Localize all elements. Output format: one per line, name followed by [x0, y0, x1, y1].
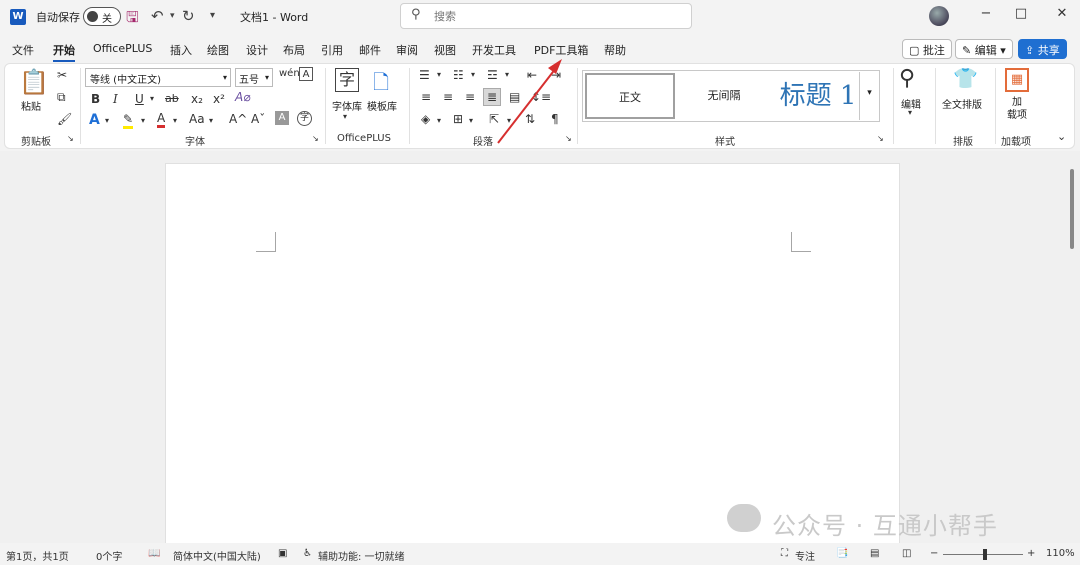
- zoom-in-icon[interactable]: +: [1027, 548, 1035, 559]
- accessibility-status[interactable]: 辅助功能: 一切就绪: [318, 548, 405, 563]
- proofing-icon[interactable]: 📖: [148, 548, 160, 559]
- word-count[interactable]: 0个字: [96, 548, 122, 563]
- arrow-shaft: [497, 67, 557, 144]
- web-layout-icon[interactable]: ◫: [902, 548, 911, 559]
- read-mode-icon[interactable]: 📑: [836, 548, 848, 559]
- focus-icon[interactable]: ⛶: [781, 548, 788, 559]
- macro-icon[interactable]: ▣: [278, 548, 287, 559]
- zoom-slider-thumb[interactable]: [983, 549, 987, 560]
- arrow-head: [548, 59, 562, 74]
- print-layout-icon[interactable]: ▤: [870, 548, 879, 559]
- annotation-arrow: [497, 59, 562, 144]
- page-count[interactable]: 第1页，共1页: [6, 548, 69, 563]
- zoom-level[interactable]: 110%: [1046, 548, 1075, 559]
- language[interactable]: 简体中文(中国大陆): [173, 548, 261, 563]
- accessibility-icon[interactable]: ♿: [303, 548, 312, 559]
- zoom-out-icon[interactable]: −: [930, 548, 938, 559]
- status-bar: 第1页，共1页 0个字 📖 简体中文(中国大陆) ▣ ♿ 辅助功能: 一切就绪 …: [0, 543, 1080, 565]
- focus-label[interactable]: 专注: [795, 548, 815, 563]
